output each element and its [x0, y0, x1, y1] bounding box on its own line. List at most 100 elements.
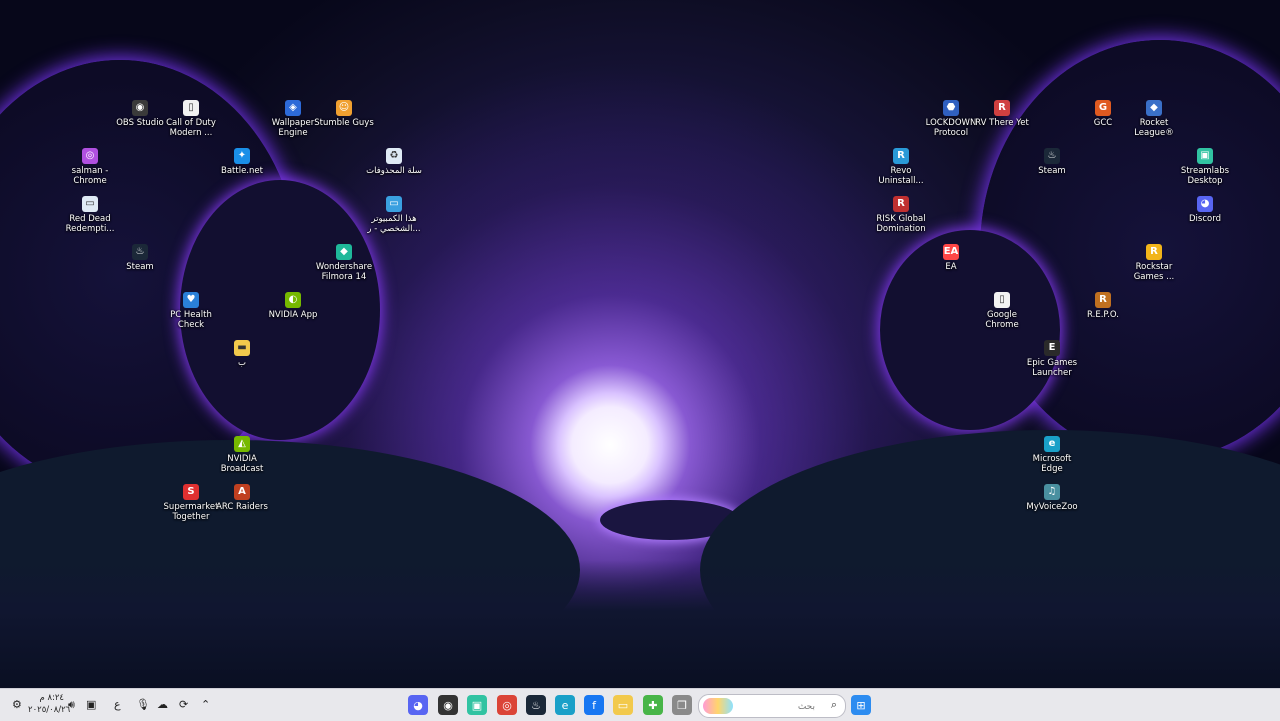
desktop-icon[interactable]: R Revo Uninstall... — [870, 148, 932, 186]
desktop-icon-label: Revo Uninstall... — [878, 166, 924, 186]
desktop-icon[interactable]: ♨ Steam — [109, 244, 171, 272]
network-icon[interactable]: ▣ — [86, 698, 96, 711]
desktop-icon-label: NVIDIA App — [268, 310, 318, 320]
desktop-icon[interactable]: ♫ MyVoiceZoo — [1021, 484, 1083, 512]
taskbar: ⚙ ٨:٢٤ م ٢٠٢٥/٠٨/٢٦ 🔊︎ ▣ ع 🎙︎ ☁ ⟳ ⌃ ◕ ◉ ▣ ◎… — [0, 688, 1280, 721]
search-box[interactable]: ⌕ — [698, 694, 846, 718]
steam-icon: ♨ — [132, 244, 148, 260]
red-dead-icon: ▭ — [82, 196, 98, 212]
desktop-icon-label: Steam — [126, 262, 154, 272]
desktop-icon[interactable]: ◆ Wondershare Filmora 14 — [313, 244, 375, 282]
desktop-icon[interactable]: ♨ Steam — [1021, 148, 1083, 176]
pc-health-check-icon: ♥ — [183, 292, 199, 308]
desktop-icon[interactable]: ☺ Stumble Guys — [313, 100, 375, 128]
desktop-icon-label: RV There Yet — [975, 118, 1029, 128]
desktop-icon[interactable]: ◆ Rocket League® — [1123, 100, 1185, 138]
rockstar-icon: R — [1146, 244, 1162, 260]
myvoicezoo-icon: ♫ — [1044, 484, 1060, 500]
rv-there-yet-icon: R — [994, 100, 1010, 116]
nvidia-broadcast-icon: ◭ — [234, 436, 250, 452]
chevron-up-icon[interactable]: ⌃ — [201, 698, 210, 711]
epic-games-icon: E — [1044, 340, 1060, 356]
cloud-icon[interactable]: ☁ — [157, 698, 168, 711]
desktop-icon-label: salman - Chrome — [71, 166, 109, 186]
this-pc-icon: ▭ — [386, 196, 402, 212]
desktop-icon[interactable]: E Epic Games Launcher — [1021, 340, 1083, 378]
arc-raiders-icon: A — [234, 484, 250, 500]
obs-icon: ◉ — [132, 100, 148, 116]
desktop-icon[interactable]: ▯ Call of Duty Modern ... — [160, 100, 222, 138]
clock-date: ٢٠٢٥/٠٨/٢٦ — [28, 705, 71, 715]
risk-icon: R — [893, 196, 909, 212]
clock-time: ٨:٢٤ م — [39, 693, 64, 703]
desktop-icon-label: Google Chrome — [985, 310, 1019, 330]
lockdown-protocol-icon: ⬣ — [943, 100, 959, 116]
desktop-icon[interactable]: ✦ Battle.net — [211, 148, 273, 176]
start-taskbar-icon[interactable]: ⊞ — [851, 695, 871, 715]
desktop-icon[interactable]: R RISK Global Domination — [870, 196, 932, 234]
sync-icon[interactable]: ⟳ — [179, 698, 188, 711]
revo-uninstaller-icon: R — [893, 148, 909, 164]
desktop-icon-label: RISK Global Domination — [876, 214, 926, 234]
desktop-icon[interactable]: ▬ ب — [211, 340, 273, 368]
rocket-league-icon: ◆ — [1146, 100, 1162, 116]
xbox-taskbar-icon[interactable]: ✚ — [643, 695, 663, 715]
desktop-icon-label: ARC Raiders — [216, 502, 268, 512]
desktop-icon-label: EA — [945, 262, 957, 272]
desktop-icon-label: Rocket League® — [1134, 118, 1174, 138]
streamlabs-taskbar-icon[interactable]: ▣ — [467, 695, 487, 715]
steam-icon: ♨ — [1044, 148, 1060, 164]
desktop-icon[interactable]: R Rockstar Games ... — [1123, 244, 1185, 282]
battlenet-icon: ✦ — [234, 148, 250, 164]
desktop-icon-label: Red Dead Redempti... — [65, 214, 115, 234]
file-icon: ▯ — [994, 292, 1010, 308]
clock[interactable]: ٨:٢٤ م ٢٠٢٥/٠٨/٢٦ — [28, 692, 71, 716]
repo-icon: R — [1095, 292, 1111, 308]
obs-taskbar-icon[interactable]: ◉ — [438, 695, 458, 715]
desktop-icon-label: Steam — [1038, 166, 1066, 176]
desktop-icon-label: Call of Duty Modern ... — [166, 118, 216, 138]
desktop-icon[interactable]: EA EA — [920, 244, 982, 272]
microphone-icon[interactable]: 🎙︎ — [136, 698, 150, 711]
desktop-icon[interactable]: ◭ NVIDIA Broadcast — [211, 436, 273, 474]
edge-taskbar-icon[interactable]: e — [555, 695, 575, 715]
steam-taskbar-icon[interactable]: ♨ — [526, 695, 546, 715]
desktop-icon[interactable]: ◎ salman - Chrome — [59, 148, 121, 186]
desktop-icon-label: PC Health Check — [170, 310, 212, 330]
desktop-icon-label: سلة المحذوفات — [366, 166, 422, 176]
desktop-icon[interactable]: ▭ هذا الكمبيوتر الشخصي - ر... — [363, 196, 425, 234]
desktop-icon[interactable]: R R.E.P.O. — [1072, 292, 1134, 320]
discord-taskbar-icon[interactable]: ◕ — [408, 695, 428, 715]
edge-icon: e — [1044, 436, 1060, 452]
desktop-icon[interactable]: ◕ Discord — [1174, 196, 1236, 224]
volume-icon[interactable]: 🔊︎ — [68, 698, 75, 712]
desktop-icon[interactable]: R RV There Yet — [971, 100, 1033, 128]
ea-icon: EA — [943, 244, 959, 260]
desktop-icon[interactable]: ◐ NVIDIA App — [262, 292, 324, 320]
desktop-icon[interactable]: ▣ Streamlabs Desktop — [1174, 148, 1236, 186]
notification-center-icon[interactable]: ⚙ — [12, 698, 22, 711]
desktop-icon-label: ب — [237, 358, 246, 368]
search-icon: ⌕ — [830, 698, 837, 711]
desktop-icon[interactable]: ♥ PC Health Check — [160, 292, 222, 330]
chrome-taskbar-icon[interactable]: ◎ — [497, 695, 517, 715]
desktop-icon-label: Stumble Guys — [314, 118, 374, 128]
file-icon: ▯ — [183, 100, 199, 116]
search-input[interactable] — [753, 698, 817, 716]
desktop-icon[interactable]: ▯ Google Chrome — [971, 292, 1033, 330]
desktop-icon[interactable]: A ARC Raiders — [211, 484, 273, 512]
desktop-icon[interactable]: e Microsoft Edge — [1021, 436, 1083, 474]
language-indicator[interactable]: ع — [114, 698, 121, 711]
nvidia-icon: ◐ — [285, 292, 301, 308]
facebook-taskbar-icon[interactable]: f — [584, 695, 604, 715]
desktop-icon-label: R.E.P.O. — [1087, 310, 1119, 320]
file-explorer-taskbar-icon[interactable]: ▭ — [613, 695, 633, 715]
recycle-bin-icon: ♻ — [386, 148, 402, 164]
desktop-icon-label: Wondershare Filmora 14 — [315, 262, 373, 282]
desktop-icon[interactable]: ▭ Red Dead Redempti... — [59, 196, 121, 234]
wallpaper-ground — [0, 560, 1280, 688]
task-view-taskbar-icon[interactable]: ❐ — [672, 695, 692, 715]
desktop-icon-label: Rockstar Games ... — [1133, 262, 1175, 282]
desktop-icon[interactable]: ♻ سلة المحذوفات — [363, 148, 425, 176]
desktop-icon-label: Epic Games Launcher — [1026, 358, 1078, 378]
